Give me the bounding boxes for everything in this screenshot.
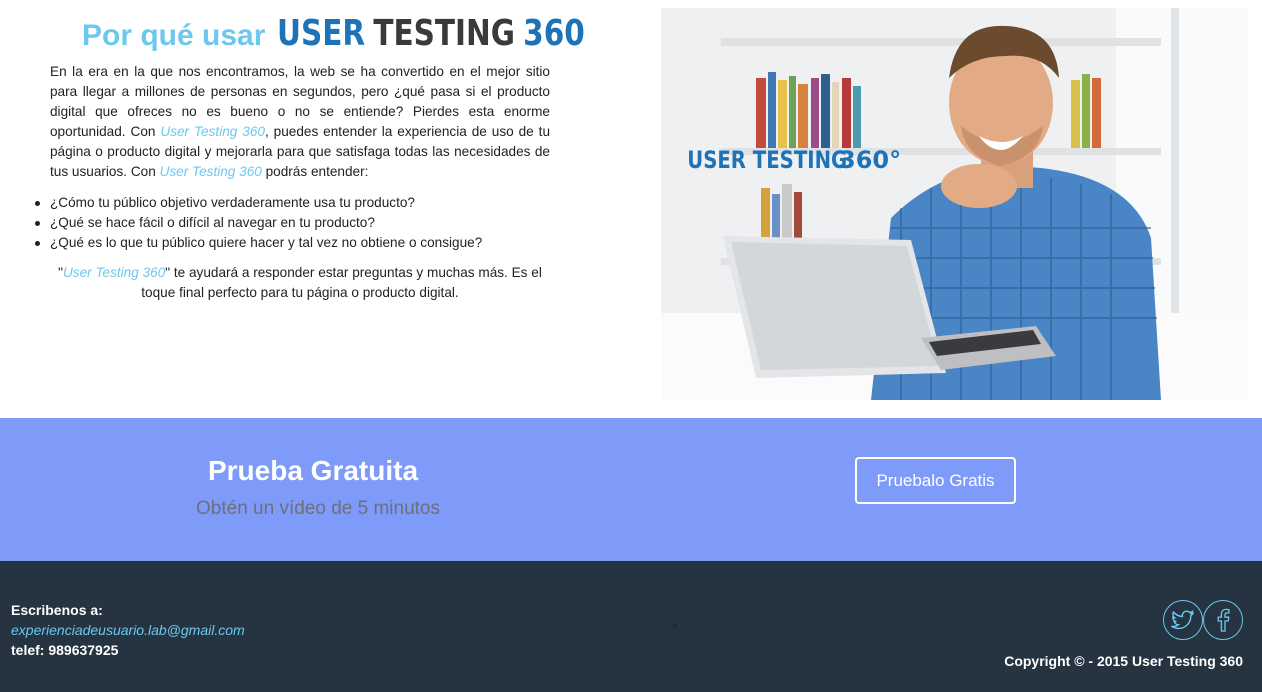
hero-illustration: USER TESTING 360° — [661, 8, 1248, 400]
scroll-up-icon[interactable]: ⌃ — [669, 621, 681, 638]
hero-image: USER TESTING 360° — [661, 8, 1248, 400]
twitter-link[interactable] — [1163, 600, 1203, 640]
contact-label: Escribenos a: — [11, 602, 103, 618]
brand-logo: USER TESTING 360 — [277, 14, 585, 54]
brand-testing: TESTING — [373, 13, 516, 54]
closing-brand-highlight: User Testing 360 — [62, 265, 166, 280]
intro-brand-highlight-2: User Testing 360 — [159, 164, 262, 179]
hero-logo-number: 360° — [839, 146, 901, 174]
closing-text: " te ayudará a responder estar preguntas… — [141, 265, 542, 300]
title-prefix: Por qué usar — [82, 19, 266, 52]
brand-number: 360 — [523, 13, 586, 54]
facebook-icon — [1217, 608, 1230, 632]
list-item: ¿Qué es lo que tu público quiere hacer y… — [35, 233, 570, 253]
closing-paragraph: "User Testing 360" te ayudará a responde… — [50, 263, 550, 303]
hero-logo-text: USER TESTING — [687, 147, 847, 174]
list-item: ¿Cómo tu público objetivo verdaderamente… — [35, 193, 570, 213]
intro-brand-highlight: User Testing 360 — [160, 124, 265, 139]
contact-phone: telef: 989637925 — [11, 642, 119, 658]
benefits-list: ¿Cómo tu público objetivo verdaderamente… — [35, 193, 570, 253]
twitter-icon — [1171, 609, 1194, 630]
copyright-text: Copyright © - 2015 User Testing 360 — [1004, 653, 1243, 669]
intro-paragraph: En la era en la que nos encontramos, la … — [50, 62, 550, 182]
free-trial-title: Prueba Gratuita — [207, 455, 419, 486]
list-item: ¿Qué se hace fácil o difícil al navegar … — [35, 213, 570, 233]
brand-user: USER — [277, 13, 366, 54]
contact-email-link[interactable]: experienciadeusuario.lab@gmail.com — [11, 622, 245, 638]
intro-section: Por qué usar USER TESTING 360 En la era … — [0, 0, 1262, 418]
try-free-button[interactable]: Pruebalo Gratis — [855, 457, 1016, 504]
free-trial-section: Prueba Gratuita Obtén un vídeo de 5 minu… — [0, 418, 1262, 561]
free-trial-subtitle: Obtén un vídeo de 5 minutos — [196, 498, 440, 519]
hero-logo: USER TESTING 360° — [687, 146, 901, 175]
intro-text-c: podrás entender: — [261, 164, 369, 179]
footer: Escribenos a: experienciadeusuario.lab@g… — [0, 561, 1262, 692]
intro-text-column: Por qué usar USER TESTING 360 En la era … — [0, 0, 600, 418]
page-title: Por qué usar USER TESTING 360 — [82, 10, 653, 54]
facebook-link[interactable] — [1203, 600, 1243, 640]
